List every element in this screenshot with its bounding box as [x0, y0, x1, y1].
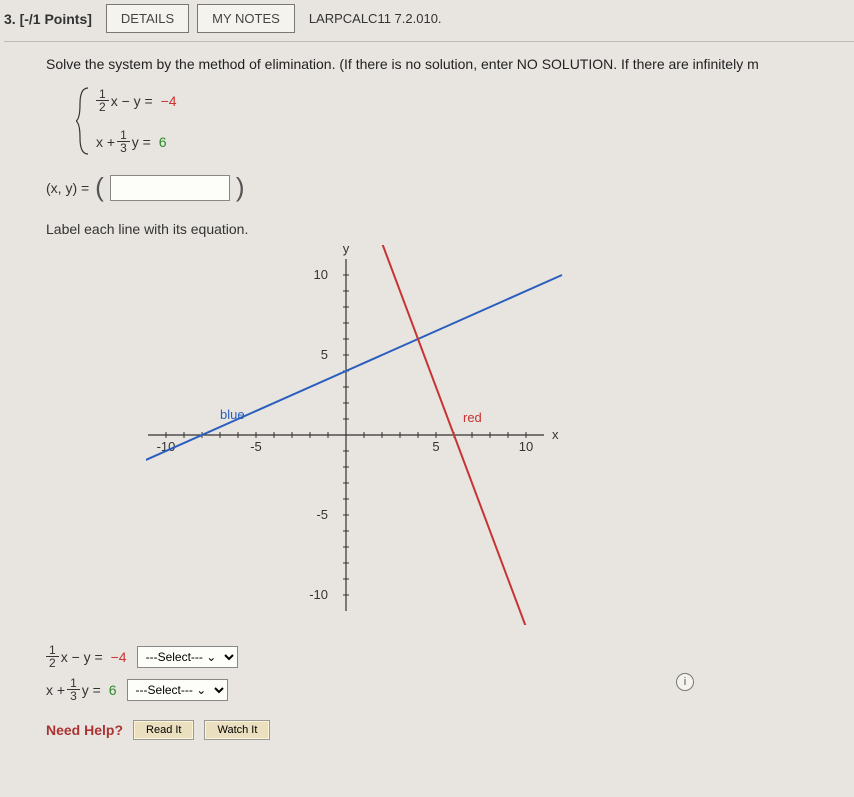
paren-open-icon: ( — [95, 172, 104, 203]
equation-1: 12 x − y = −4 — [96, 88, 177, 113]
graph-chart: -10-5510-10-5510xybluered — [146, 245, 824, 630]
brace-icon — [76, 86, 90, 156]
svg-text:y: y — [343, 245, 350, 256]
label-instruction: Label each line with its equation. — [46, 221, 824, 237]
need-help-label: Need Help? — [46, 722, 123, 738]
answer-input[interactable] — [110, 175, 230, 201]
read-it-button[interactable]: Read It — [133, 720, 194, 740]
svg-text:x: x — [552, 427, 559, 442]
svg-text:10: 10 — [314, 267, 328, 282]
svg-text:red: red — [463, 410, 482, 425]
svg-text:-5: -5 — [316, 507, 328, 522]
svg-text:10: 10 — [519, 439, 533, 454]
svg-text:blue: blue — [220, 407, 245, 422]
equation-2: x + 13 y = 6 — [96, 129, 177, 154]
need-help-row: Need Help? Read It Watch It — [46, 720, 824, 740]
reference-id: LARPCALC11 7.2.010. — [309, 11, 442, 26]
problem-statement: Solve the system by the method of elimin… — [46, 56, 824, 72]
select-row-2: x + 13 y = 6 ---Select--- ⌄ — [46, 677, 824, 702]
svg-text:-5: -5 — [250, 439, 262, 454]
watch-it-button[interactable]: Watch It — [204, 720, 270, 740]
info-icon[interactable]: i — [676, 673, 694, 691]
svg-text:5: 5 — [321, 347, 328, 362]
svg-text:-10: -10 — [309, 587, 328, 602]
details-button[interactable]: DETAILS — [106, 4, 189, 33]
paren-close-icon: ) — [236, 172, 245, 203]
equation2-select[interactable]: ---Select--- ⌄ — [127, 679, 228, 701]
select-row-1: 12 x − y = −4 ---Select--- ⌄ — [46, 644, 824, 669]
question-number: 3. [-/1 Points] — [4, 11, 98, 27]
answer-lhs: (x, y) = — [46, 180, 89, 196]
question-header: 3. [-/1 Points] DETAILS MY NOTES LARPCAL… — [4, 4, 854, 41]
equation-system: 12 x − y = −4 x + 13 y = 6 — [76, 86, 824, 156]
answer-row: (x, y) = ( ) — [46, 172, 824, 203]
svg-text:5: 5 — [432, 439, 439, 454]
equation1-select[interactable]: ---Select--- ⌄ — [137, 646, 238, 668]
my-notes-button[interactable]: MY NOTES — [197, 4, 295, 33]
